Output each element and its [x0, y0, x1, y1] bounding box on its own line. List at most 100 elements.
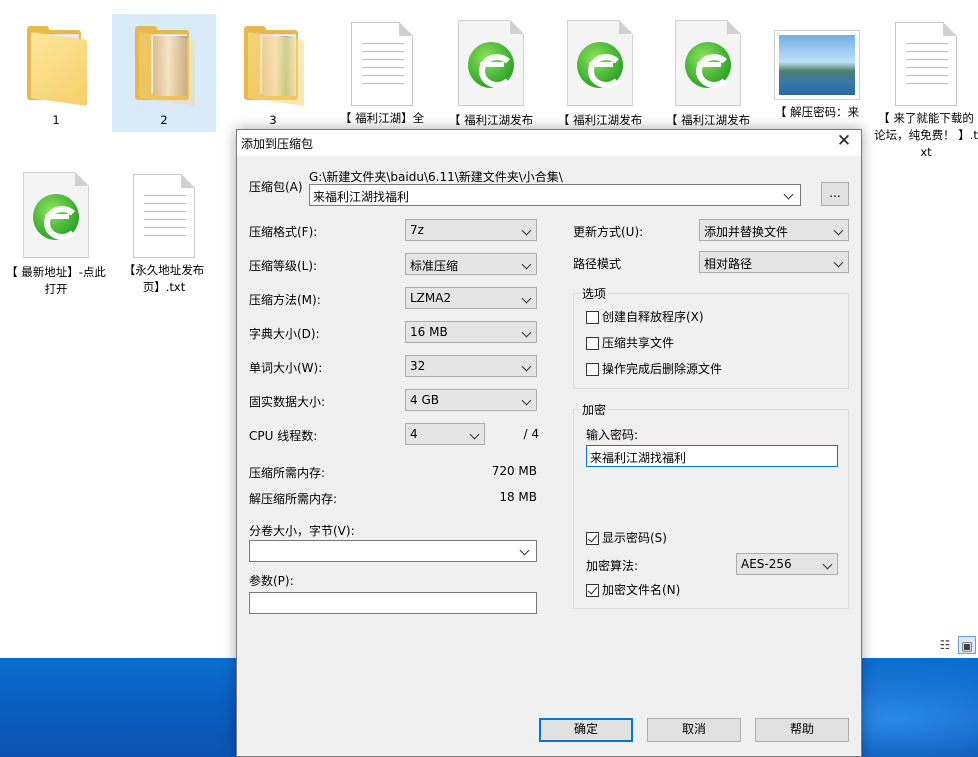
- file-label: 【 福利江湖】全: [339, 111, 425, 125]
- text-file-icon: [895, 22, 957, 106]
- browser-shortcut-icon: [454, 20, 528, 108]
- params-label: 参数(P):: [249, 574, 294, 588]
- file-item[interactable]: 【 福利江湖发布: [439, 14, 543, 132]
- archive-path: G:\新建文件夹\baidu\6.11\新建文件夹\小合集\: [309, 170, 563, 184]
- file-label: 3: [269, 113, 277, 127]
- encrypt-names-label: 加密文件名(N): [602, 583, 681, 597]
- word-select[interactable]: 32: [405, 355, 537, 377]
- file-label: 【永久地址发布页】.txt: [123, 263, 205, 294]
- folder-item[interactable]: 1: [4, 14, 108, 132]
- file-label: 【 福利江湖发布: [448, 113, 534, 127]
- help-button[interactable]: 帮助: [755, 718, 849, 742]
- sfx-checkbox[interactable]: 创建自释放程序(X): [586, 310, 704, 326]
- file-item[interactable]: 【 最新地址】-点此打开: [4, 166, 108, 302]
- folder-item[interactable]: 2: [112, 14, 216, 132]
- level-value: 标准压缩: [410, 259, 459, 273]
- format-label: 压缩格式(F):: [249, 225, 318, 239]
- file-item[interactable]: 【永久地址发布页】.txt: [112, 166, 216, 302]
- chevron-down-icon: [833, 257, 844, 268]
- chevron-down-icon[interactable]: [783, 189, 794, 200]
- encryption-group: 加密 输入密码: 来福利江湖找福利 显示密码(S) 加密算法: AES-256 …: [573, 401, 849, 609]
- method-value: LZMA2: [410, 291, 452, 305]
- password-input[interactable]: 来福利江湖找福利: [586, 445, 838, 467]
- text-file-icon: [351, 22, 413, 106]
- file-label: 【 福利江湖发布: [557, 113, 643, 127]
- level-select[interactable]: 标准压缩: [405, 253, 537, 275]
- browser-shortcut-icon: [671, 20, 745, 108]
- level-label: 压缩等级(L):: [249, 259, 318, 273]
- add-to-archive-dialog: 添加到压缩包 ✕ 压缩包(A) G:\新建文件夹\baidu\6.11\新建文件…: [236, 129, 862, 757]
- cpu-value: 4: [410, 427, 418, 441]
- folder-item[interactable]: 3: [221, 14, 325, 132]
- mem-comp-value: 720 MB: [491, 464, 537, 478]
- shared-label: 压缩共享文件: [602, 336, 675, 350]
- cpu-select[interactable]: 4: [405, 423, 485, 445]
- chevron-down-icon: [822, 559, 833, 570]
- file-item[interactable]: 【 福利江湖发布: [548, 14, 652, 132]
- cancel-button[interactable]: 取消: [647, 718, 741, 742]
- show-password-label: 显示密码(S): [602, 531, 667, 545]
- ok-button[interactable]: 确定: [539, 718, 633, 742]
- text-file-icon: [133, 174, 195, 258]
- algo-select[interactable]: AES-256: [736, 553, 838, 575]
- file-label: 【 福利江湖发布: [665, 113, 751, 127]
- file-label: 【 最新地址】-点此打开: [6, 265, 106, 296]
- chevron-down-icon[interactable]: [519, 545, 530, 556]
- algo-label: 加密算法:: [586, 559, 639, 573]
- solid-label: 固实数据大小:: [249, 395, 326, 409]
- chevron-down-icon: [521, 327, 532, 338]
- dict-value: 16 MB: [410, 325, 448, 339]
- dialog-titlebar: 添加到压缩包 ✕: [237, 130, 861, 156]
- encrypt-names-checkbox[interactable]: 加密文件名(N): [586, 583, 680, 599]
- folder-icon: [240, 24, 306, 108]
- cpu-label: CPU 线程数:: [249, 429, 318, 443]
- file-item[interactable]: 【 福利江湖发布: [656, 14, 760, 132]
- delete-source-checkbox[interactable]: 操作完成后删除源文件: [586, 362, 722, 378]
- chevron-down-icon: [833, 225, 844, 236]
- dict-label: 字典大小(D):: [249, 327, 320, 341]
- browser-shortcut-icon: [19, 172, 93, 260]
- update-select[interactable]: 添加并替换文件: [699, 219, 849, 241]
- file-item[interactable]: 【 来了就能下载的论坛，纯免费！ 】.txt: [874, 14, 978, 164]
- method-select[interactable]: LZMA2: [405, 287, 537, 309]
- chevron-down-icon: [521, 361, 532, 372]
- path-mode-label: 路径模式: [573, 257, 622, 271]
- password-label: 输入密码:: [586, 428, 639, 442]
- mem-comp-label: 压缩所需内存:: [249, 466, 326, 480]
- details-view-icon[interactable]: ☷: [936, 636, 954, 654]
- update-value: 添加并替换文件: [704, 225, 789, 239]
- mem-decomp-label: 解压缩所需内存:: [249, 492, 338, 506]
- volume-label: 分卷大小，字节(V):: [249, 524, 355, 538]
- archive-label: 压缩包(A): [249, 180, 303, 194]
- format-select[interactable]: 7z: [405, 219, 537, 241]
- params-input[interactable]: [249, 592, 537, 614]
- browse-button[interactable]: ...: [821, 182, 849, 206]
- shared-checkbox[interactable]: 压缩共享文件: [586, 336, 674, 352]
- algo-value: AES-256: [741, 557, 792, 571]
- dict-select[interactable]: 16 MB: [405, 321, 537, 343]
- path-mode-value: 相对路径: [704, 257, 753, 271]
- view-mode-buttons: ☷ ▣: [936, 636, 978, 656]
- large-icons-view-icon[interactable]: ▣: [958, 636, 976, 654]
- method-label: 压缩方法(M):: [249, 293, 321, 307]
- show-password-checkbox[interactable]: 显示密码(S): [586, 531, 667, 547]
- volume-combo[interactable]: [249, 540, 537, 562]
- encryption-title: 加密: [580, 401, 609, 418]
- file-label: 【 来了就能下载的论坛，纯免费！ 】.txt: [874, 111, 978, 159]
- file-item[interactable]: 【 解压密码：来: [765, 14, 869, 132]
- path-mode-select[interactable]: 相对路径: [699, 251, 849, 273]
- archive-name-value: 来福利江湖找福利: [313, 190, 410, 204]
- options-title: 选项: [580, 285, 609, 302]
- close-icon[interactable]: ✕: [833, 131, 855, 151]
- file-label: 2: [160, 113, 168, 127]
- file-item[interactable]: 【 福利江湖】全: [330, 14, 434, 132]
- format-value: 7z: [410, 223, 424, 237]
- chevron-down-icon: [469, 429, 480, 440]
- solid-select[interactable]: 4 GB: [405, 389, 537, 411]
- image-file-icon: [774, 30, 860, 100]
- archive-name-combo[interactable]: 来福利江湖找福利: [309, 184, 801, 206]
- file-label: 1: [52, 113, 60, 127]
- mem-decomp-value: 18 MB: [499, 490, 537, 504]
- cpu-total: / 4: [523, 427, 540, 441]
- chevron-down-icon: [521, 293, 532, 304]
